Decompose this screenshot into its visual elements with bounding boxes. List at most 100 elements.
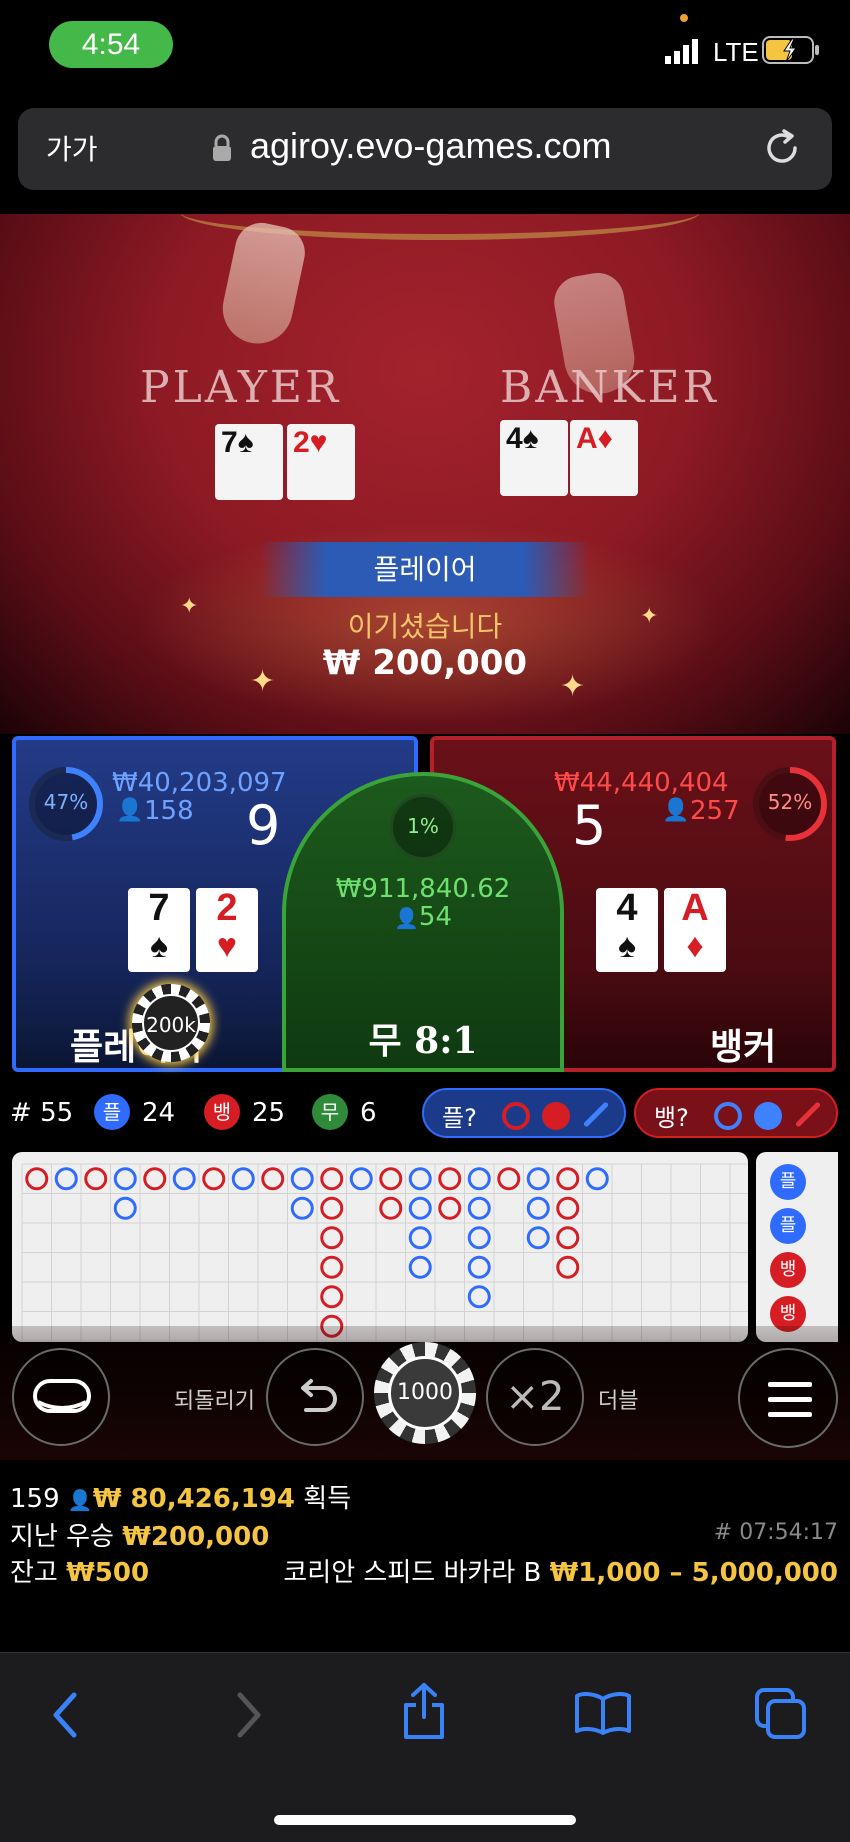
menu-button[interactable] <box>738 1348 838 1448</box>
big-road-scoreboard[interactable] <box>12 1152 748 1342</box>
card-rank: A <box>681 887 709 929</box>
card-rank: 7 <box>148 887 170 929</box>
player-win-marker <box>408 1196 432 1220</box>
last-win-label: 지난 우승 <box>10 1522 114 1552</box>
player-win-marker <box>231 1167 255 1191</box>
banker-win-marker <box>320 1196 344 1220</box>
felt-player-label: PLAYER <box>140 362 342 413</box>
tabs-icon[interactable] <box>754 1687 808 1741</box>
status-bar: 4:54 LTE <box>0 0 850 100</box>
player-predict-label: 플? <box>442 1104 477 1132</box>
reload-icon[interactable] <box>762 128 802 168</box>
banker-count-badge: 뱅 <box>204 1094 240 1130</box>
winners-line: 159 👤₩ 80,426,194 획득 <box>10 1478 351 1515</box>
banker-win-marker <box>379 1196 403 1220</box>
share-icon[interactable] <box>400 1681 448 1741</box>
banker-win-marker <box>438 1167 462 1191</box>
url-text[interactable]: agiroy.evo-games.com <box>250 125 611 167</box>
banker-score: 5 <box>572 794 607 857</box>
browser-address-bar[interactable]: 가가 agiroy.evo-games.com <box>18 108 832 190</box>
table-name: 코리안 스피드 바카라 B <box>283 1558 542 1588</box>
text-size-button[interactable]: 가가 <box>46 128 98 168</box>
banker-win-marker <box>438 1196 462 1220</box>
banker-win-marker <box>556 1226 580 1250</box>
back-icon[interactable] <box>50 1691 80 1739</box>
winners-amount: ₩ 80,426,194 <box>92 1484 296 1514</box>
player-bettors-icon: 👤 <box>116 798 144 823</box>
tie-label: 무 <box>368 1021 402 1062</box>
banker-win-marker <box>497 1167 521 1191</box>
player-score: 9 <box>246 794 281 857</box>
winners-suffix: 획득 <box>303 1484 352 1514</box>
predict-ring-icon <box>502 1102 530 1130</box>
banker-win-marker <box>556 1255 580 1279</box>
card-suit: ♠ <box>617 927 637 965</box>
player-win-marker <box>113 1196 137 1220</box>
predict-slash-icon <box>582 1101 610 1128</box>
bet-limits: ₩1,000 – 5,000,000 <box>549 1558 838 1588</box>
chip-value: 200k <box>142 994 200 1052</box>
banker-win-marker <box>556 1196 580 1220</box>
dealer-hand-left <box>216 218 310 350</box>
tie-count: 6 <box>360 1098 377 1128</box>
banker-win-marker <box>143 1167 167 1191</box>
lobby-button[interactable] <box>12 1348 110 1446</box>
user-icon: 👤 <box>67 1488 93 1512</box>
stats-row: # 55 플 24 뱅 25 무 6 플? 뱅? <box>0 1088 850 1138</box>
bead-road-scoreboard[interactable]: 플플뱅뱅 <box>756 1152 838 1342</box>
home-indicator <box>274 1815 576 1825</box>
table-icon <box>33 1379 91 1413</box>
player-win-marker <box>467 1255 491 1279</box>
player-win-marker <box>408 1255 432 1279</box>
banker-win-marker <box>261 1167 285 1191</box>
tie-odds: 8:1 <box>414 1020 478 1062</box>
player-win-marker <box>467 1285 491 1309</box>
chip-selector[interactable]: 1000 <box>374 1342 476 1444</box>
banker-win-marker <box>84 1167 108 1191</box>
double-button[interactable]: ×2 <box>486 1348 584 1446</box>
tie-bet-area[interactable]: 1% ₩911,840.62 👤54 무 8:1 <box>282 772 564 1072</box>
video-player-card-2: 2♥ <box>287 424 355 500</box>
player-bettors-count: 158 <box>144 796 194 826</box>
tie-bettors-icon: 👤 <box>394 906 419 930</box>
chip-selected-value: 1000 <box>388 1356 462 1430</box>
last-win-line: 지난 우승 ₩200,000 <box>10 1516 269 1553</box>
tie-total-bet: ₩911,840.62 <box>335 874 511 904</box>
video-player-card-1: 7♠ <box>215 424 283 500</box>
card-suit: ♦ <box>686 927 704 965</box>
double-label: 더블 <box>598 1389 639 1414</box>
player-win-marker <box>467 1226 491 1250</box>
banker-bettors-icon: 👤 <box>662 798 690 823</box>
video-banker-card-2: A♦ <box>570 420 638 496</box>
felt-banker-label: BANKER <box>500 362 719 413</box>
hamburger-icon <box>768 1382 812 1417</box>
balance-line: 잔고 ₩500 <box>10 1552 149 1589</box>
player-predict-button[interactable]: 플? <box>422 1088 626 1138</box>
tie-bettors: 👤54 <box>286 902 560 932</box>
player-card-2: 2 ♥ <box>196 888 258 972</box>
tie-bettors-count: 54 <box>418 902 452 932</box>
banker-predict-button[interactable]: 뱅? <box>634 1088 838 1138</box>
forward-icon[interactable] <box>234 1691 264 1739</box>
predict-dot-icon <box>754 1102 782 1130</box>
player-percent: 47% <box>43 790 89 814</box>
round-prefix: # <box>10 1098 32 1128</box>
bead-player: 플 <box>770 1208 806 1244</box>
banker-win-marker <box>320 1167 344 1191</box>
video-banker-card-1: 4♠ <box>500 420 568 496</box>
banker-bettors-count: 257 <box>690 796 740 826</box>
predict-slash-icon <box>794 1101 822 1128</box>
banker-win-marker <box>202 1167 226 1191</box>
round-number: # 55 <box>10 1098 73 1128</box>
win-message: 이기셨습니다 <box>347 610 503 643</box>
bookmarks-icon[interactable] <box>574 1691 632 1735</box>
undo-button[interactable] <box>266 1348 364 1446</box>
player-win-marker <box>467 1196 491 1220</box>
placed-chip[interactable]: 200k <box>132 984 210 1062</box>
table-info-line: 코리안 스피드 바카라 B ₩1,000 – 5,000,000 <box>283 1552 838 1589</box>
tie-percent: 1% <box>407 814 439 838</box>
player-win-marker <box>467 1167 491 1191</box>
predict-dot-icon <box>542 1102 570 1130</box>
round-value: 55 <box>40 1098 74 1128</box>
card-rank: 4 <box>616 887 638 929</box>
